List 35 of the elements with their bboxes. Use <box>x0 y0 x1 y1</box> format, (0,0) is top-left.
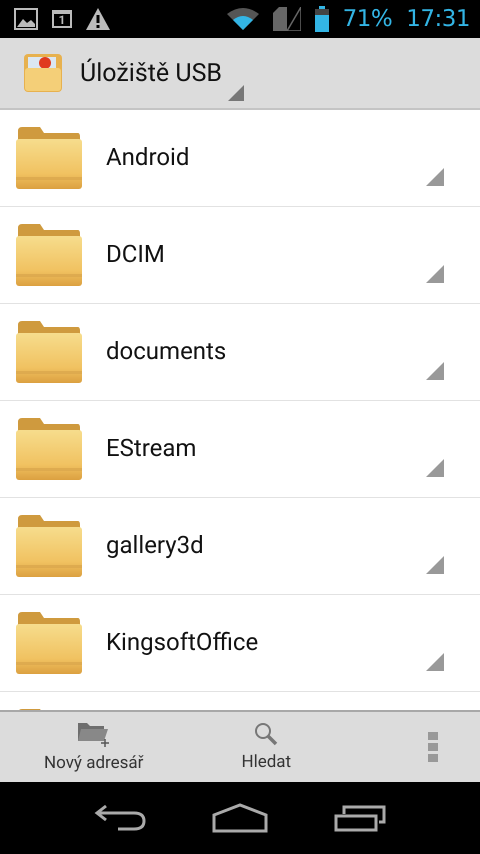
search-button[interactable]: Hledat <box>237 722 296 772</box>
wifi-icon <box>226 8 259 30</box>
new-folder-icon <box>78 721 110 747</box>
corner-indicator-icon <box>426 653 444 671</box>
home-icon[interactable] <box>212 803 268 833</box>
folder-row[interactable]: Android <box>0 110 480 207</box>
folder-row[interactable]: KingsoftOffice <box>0 595 480 692</box>
folder-row[interactable]: gallery3d <box>0 498 480 595</box>
calendar-icon: 1 <box>52 10 72 28</box>
folder-icon <box>16 321 82 383</box>
new-folder-button[interactable]: Nový adresář <box>40 721 148 773</box>
sim-card-icon <box>272 7 301 31</box>
folder-row[interactable]: EStream <box>0 401 480 498</box>
dropdown-corner-icon <box>228 85 244 101</box>
battery-percentage: 71% <box>342 6 392 32</box>
clock-time: 17:31 <box>406 6 470 32</box>
picture-icon <box>14 8 38 30</box>
folder-row[interactable]: documents <box>0 304 480 401</box>
corner-indicator-icon <box>426 459 444 477</box>
folder-icon <box>16 224 82 286</box>
corner-indicator-icon <box>426 168 444 186</box>
back-icon[interactable] <box>94 804 146 832</box>
folder-icon <box>16 127 82 189</box>
corner-indicator-icon <box>426 362 444 380</box>
file-manager-icon <box>24 54 62 92</box>
folder-icon <box>16 515 82 577</box>
search-icon <box>254 722 278 746</box>
corner-indicator-icon <box>426 265 444 283</box>
battery-icon <box>314 6 329 32</box>
folder-icon <box>16 418 82 480</box>
folder-row[interactable]: DCIM <box>0 207 480 304</box>
corner-indicator-icon <box>426 556 444 574</box>
warning-icon <box>86 8 110 30</box>
folder-icon <box>16 612 82 674</box>
recent-apps-icon[interactable] <box>334 804 386 832</box>
